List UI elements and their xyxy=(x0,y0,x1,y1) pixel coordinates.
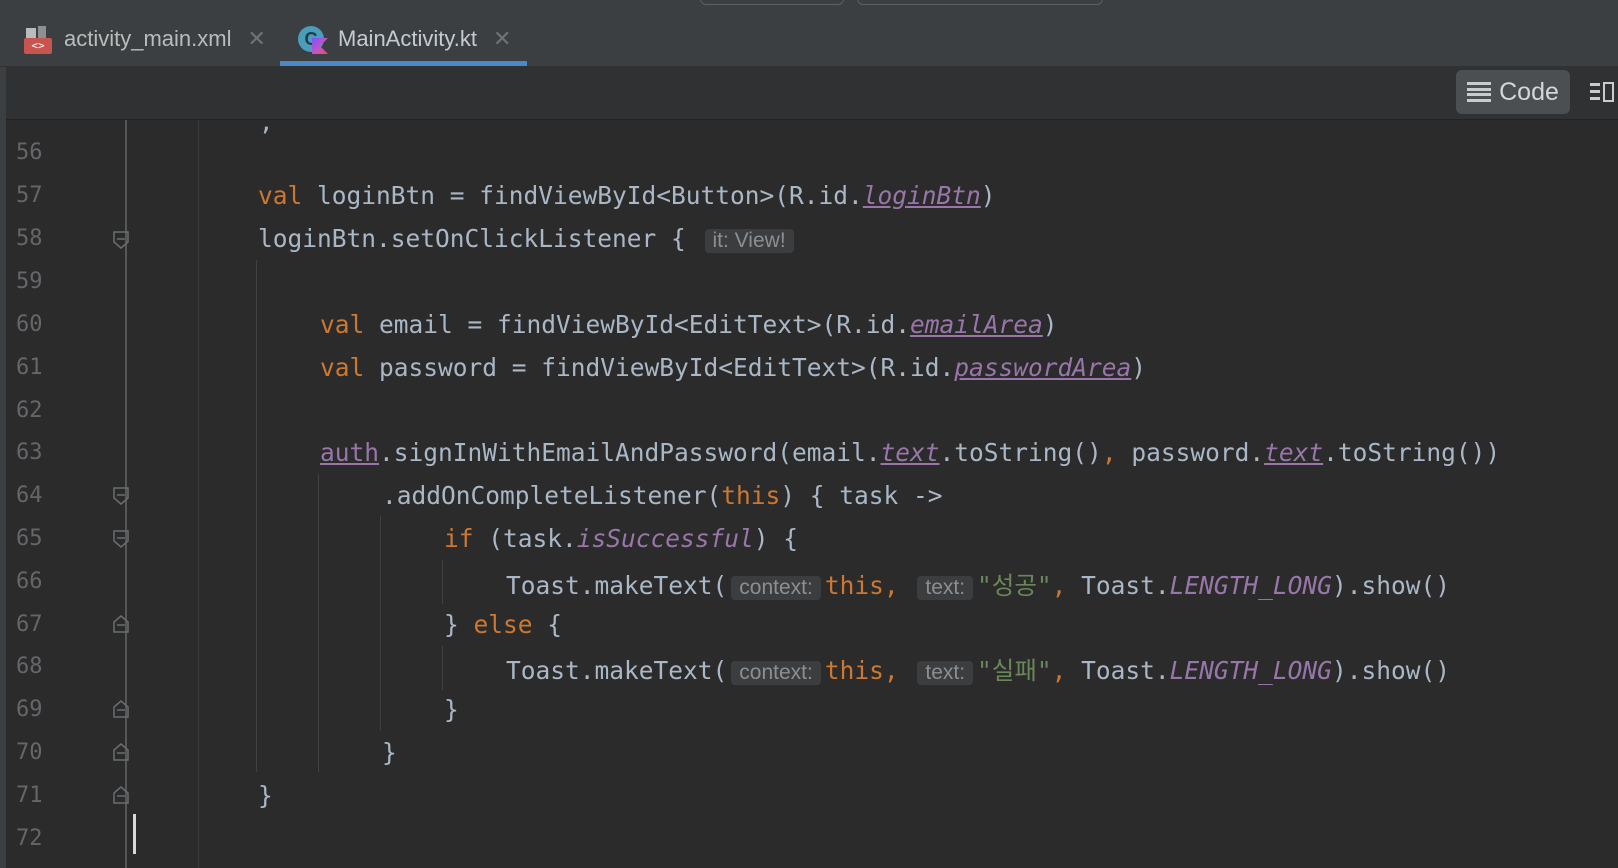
line-number: 61 xyxy=(16,355,43,380)
fold-close-icon[interactable] xyxy=(113,786,129,804)
inlay-hint: context: xyxy=(731,661,821,685)
tab-activity-main-xml[interactable]: <> activity_main.xml ✕ xyxy=(0,12,280,66)
tab-mainactivity-kt[interactable]: C MainActivity.kt ✕ xyxy=(280,12,527,66)
code-line: 58 loginBtn.setOnClickListener { it: Vie… xyxy=(6,218,1618,261)
line-number: 69 xyxy=(16,697,43,722)
code-line: 60 val email = findViewById<EditText>(R.… xyxy=(6,304,1618,347)
line-number: 58 xyxy=(16,226,43,251)
fold-close-icon[interactable] xyxy=(113,743,129,761)
code-line: 62 xyxy=(6,390,1618,433)
code-text: loginBtn.setOnClickListener { it: View! xyxy=(258,224,798,253)
line-number: 60 xyxy=(16,312,43,337)
code-line: 63 auth.signInWithEmailAndPassword(email… xyxy=(6,432,1618,475)
toolbar-fragment xyxy=(700,0,844,5)
fold-open-icon[interactable] xyxy=(113,530,129,548)
code-text: } xyxy=(444,695,459,724)
line-number: 71 xyxy=(16,783,43,808)
xml-layout-file-icon: <> xyxy=(22,24,54,54)
code-line: 59 xyxy=(6,261,1618,304)
code-text: Toast.makeText(context: this, text: "성공", … xyxy=(506,571,1450,600)
line-number: 65 xyxy=(16,526,43,551)
line-number: 70 xyxy=(16,740,43,765)
code-line: 64 .addOnCompleteListener(this) { task -… xyxy=(6,475,1618,518)
code-line: 68 Toast.makeText(context: this, text: "실패… xyxy=(6,646,1618,689)
code-view-button[interactable]: Code xyxy=(1456,70,1570,114)
code-text: val email = findViewById<EditText>(R.id.… xyxy=(320,310,1058,339)
fold-close-icon[interactable] xyxy=(113,700,129,718)
split-view-icon[interactable] xyxy=(1590,81,1614,103)
code-text: val password = findViewById<EditText>(R.… xyxy=(320,353,1147,382)
text-caret xyxy=(133,814,136,854)
inlay-hint: context: xyxy=(731,576,821,600)
code-line: 57 val loginBtn = findViewById<Button>(R… xyxy=(6,175,1618,218)
fold-open-icon[interactable] xyxy=(113,487,129,505)
line-number: 66 xyxy=(16,569,43,594)
line-number: 68 xyxy=(16,654,43,679)
line-number: 59 xyxy=(16,269,43,294)
code-line: 70 } xyxy=(6,732,1618,775)
code-text: .addOnCompleteListener(this) { task -> xyxy=(382,481,943,510)
editor-toolbar: Code xyxy=(0,67,1618,120)
code-line: 71 } xyxy=(6,775,1618,818)
line-number: 67 xyxy=(16,612,43,637)
inlay-hint: text: xyxy=(917,661,974,685)
lines-icon xyxy=(1467,82,1492,102)
code-text: auth.signInWithEmailAndPassword(email.te… xyxy=(320,438,1501,467)
inlay-hint: it: View! xyxy=(704,229,794,253)
close-icon[interactable]: ✕ xyxy=(493,26,511,52)
window-top-strip xyxy=(0,0,1618,12)
line-number: 56 xyxy=(16,140,43,165)
code-line: 69 } xyxy=(6,689,1618,732)
code-editor[interactable]: , 56 57 val loginBtn = findViewById<Butt… xyxy=(6,120,1618,868)
line-number: 72 xyxy=(16,826,43,851)
code-text: val loginBtn = findViewById<Button>(R.id… xyxy=(258,181,996,210)
tab-label: MainActivity.kt xyxy=(338,26,477,51)
line-number: 57 xyxy=(16,183,43,208)
line-number: 62 xyxy=(16,398,43,423)
fold-open-icon[interactable] xyxy=(113,231,129,249)
line-number: 64 xyxy=(16,483,43,508)
fold-close-icon[interactable] xyxy=(113,615,129,633)
line-number: 63 xyxy=(16,440,43,465)
code-text: } xyxy=(258,781,273,810)
code-line: 61 val password = findViewById<EditText>… xyxy=(6,347,1618,390)
close-icon[interactable]: ✕ xyxy=(247,26,265,52)
code-text: Toast.makeText(context: this, text: "실패", … xyxy=(506,656,1450,685)
inlay-hint: text: xyxy=(917,576,974,600)
code-line: 66 Toast.makeText(context: this, text: "성공… xyxy=(6,561,1618,604)
code-line: 67 } else { xyxy=(6,604,1618,647)
code-text: } else { xyxy=(444,610,563,639)
toolbar-fragment xyxy=(857,0,1103,5)
code-text: if (task.isSuccessful) { xyxy=(444,524,799,553)
code-text: } xyxy=(382,738,397,767)
code-view-label: Code xyxy=(1499,77,1559,106)
tab-label: activity_main.xml xyxy=(64,26,232,51)
code-line: 65 if (task.isSuccessful) { xyxy=(6,518,1618,561)
code-line: 72 xyxy=(6,818,1618,861)
kotlin-class-file-icon: C xyxy=(296,24,328,54)
code-line: 56 xyxy=(6,132,1618,175)
editor-tab-bar: <> activity_main.xml ✕ C MainActivity.kt… xyxy=(0,12,1618,67)
